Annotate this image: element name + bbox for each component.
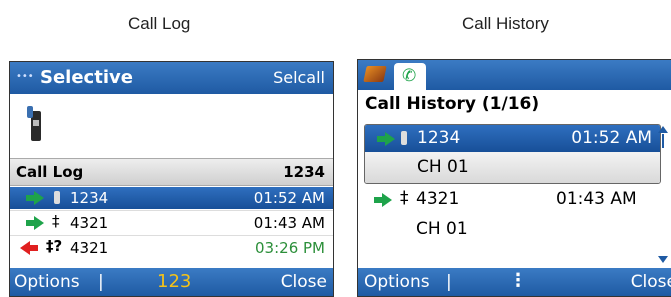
call-log-screen: ••• Selective Selcall Call Log 1234 1234… — [9, 61, 334, 297]
screen-title-right: Selcall — [273, 68, 325, 87]
close-softkey[interactable]: Close — [631, 272, 671, 292]
history-entry-selected[interactable]: 1234 01:52 AM CH 01 — [364, 124, 661, 184]
scroll-down-icon[interactable] — [658, 256, 668, 263]
call-time: 01:43 AM — [253, 214, 325, 232]
call-time: 03:26 PM — [255, 239, 325, 257]
call-log-row[interactable]: ‡? 4321 03:26 PM — [10, 237, 333, 259]
call-history-screen: ✆ Call History (1/16) 1234 01:52 AM CH 0… — [357, 59, 671, 297]
input-mode-indicator: 123 — [157, 271, 192, 292]
options-softkey[interactable]: Options — [14, 272, 80, 292]
call-number: 1234 — [417, 128, 461, 148]
call-number: 4321 — [70, 239, 109, 257]
incoming-arrow-icon — [26, 216, 44, 234]
call-log-row[interactable]: 1234 01:52 AM — [10, 187, 333, 209]
call-number: 1234 — [70, 189, 109, 207]
options-softkey[interactable]: Options — [364, 272, 430, 292]
call-number: 4321 — [70, 214, 109, 232]
title-bar: ••• Selective Selcall — [10, 62, 333, 94]
section-label: Call Log — [16, 163, 84, 181]
incoming-arrow-icon — [26, 191, 44, 209]
unknown-caller-icon: ‡? — [46, 237, 63, 255]
scrollbar-track[interactable] — [662, 134, 664, 148]
missed-arrow-icon — [20, 241, 38, 259]
phone-icon — [401, 131, 407, 145]
caption-call-log: Call Log — [128, 14, 191, 33]
call-time: 01:43 AM — [556, 189, 637, 209]
tab-bar: ✆ — [358, 60, 671, 90]
call-log-row[interactable]: ‡ 4321 01:43 AM — [10, 212, 333, 234]
softkey-divider: | — [446, 272, 452, 292]
softkey-divider: | — [98, 272, 104, 292]
navigation-icon: ⋮ — [509, 270, 527, 291]
film-reel-icon — [363, 66, 387, 82]
signal-icon: ••• — [16, 71, 34, 82]
list-header: Call History (1/16) — [365, 94, 540, 114]
softkey-bar: Options | ⋮ Close — [358, 268, 671, 296]
call-history-icon: ✆ — [402, 66, 417, 86]
scroll-up-icon[interactable] — [658, 126, 668, 133]
channel-label: CH 01 — [417, 157, 469, 177]
close-softkey[interactable]: Close — [281, 272, 327, 292]
history-entry[interactable]: ‡ 4321 01:43 AM CH 01 — [364, 186, 659, 244]
handset-icon: ‡ — [52, 212, 60, 230]
screen-title: Selective — [40, 67, 133, 88]
caption-call-history: Call History — [462, 14, 549, 33]
section-value: 1234 — [283, 163, 325, 181]
tab-active[interactable]: ✆ — [394, 63, 426, 90]
call-time: 01:52 AM — [253, 189, 325, 207]
tab-inactive[interactable] — [362, 64, 390, 88]
call-time: 01:52 AM — [571, 128, 652, 148]
softkey-bar: Options | 123 Close — [10, 268, 333, 296]
handset-icon: ‡ — [400, 188, 409, 208]
section-header: Call Log 1234 — [10, 158, 333, 186]
incoming-arrow-icon — [374, 192, 392, 211]
phone-icon — [54, 191, 60, 204]
radio-icon — [24, 104, 64, 148]
channel-label: CH 01 — [416, 219, 468, 239]
incoming-arrow-icon — [377, 131, 395, 151]
call-number: 4321 — [416, 189, 460, 209]
